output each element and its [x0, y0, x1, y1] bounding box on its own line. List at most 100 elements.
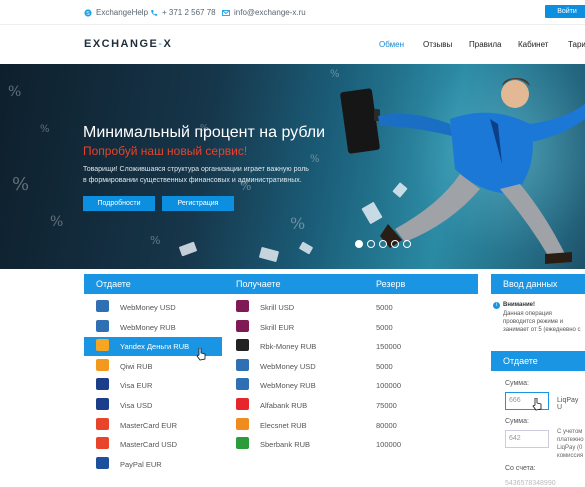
visa-icon — [96, 398, 109, 410]
paper-decoration — [178, 241, 198, 257]
reserve-value: 80000 — [376, 420, 397, 430]
reserve-value: 75000 — [376, 401, 397, 410]
col-give: Отдаете — [96, 279, 131, 289]
give-row[interactable]: Visa USD — [84, 396, 214, 415]
info-icon: i — [493, 302, 500, 309]
contact-bar: S ExchangeHelp + 371 2 567 78 info@excha… — [0, 0, 585, 25]
slider-dot[interactable] — [403, 240, 411, 248]
webmoney-icon — [236, 358, 249, 371]
alfabank-icon — [236, 398, 249, 410]
reserve-value: 100000 — [376, 440, 402, 450]
col-get: Получаете — [236, 279, 281, 289]
get-row[interactable]: Skrill EUR 5000 — [224, 318, 478, 337]
register-button[interactable]: Регистрация — [162, 196, 234, 211]
svg-text:S: S — [86, 11, 90, 17]
sum2-input[interactable]: 642 — [505, 430, 549, 448]
reserve-value: 5000 — [376, 322, 393, 332]
get-row[interactable]: WebMoney USD 5000 — [224, 357, 478, 376]
col-reserve: Резерв — [376, 279, 406, 289]
skype-contact[interactable]: S ExchangeHelp — [84, 8, 148, 17]
give-row-label: MasterCard USD — [120, 440, 178, 450]
qiwi-icon — [96, 358, 109, 371]
slider-dot[interactable] — [367, 240, 375, 248]
webmoney-icon — [96, 319, 109, 332]
webmoney-icon — [96, 300, 109, 312]
give-row[interactable]: PayPal EUR — [84, 455, 214, 474]
nav-tariffs[interactable]: Тари — [568, 40, 585, 49]
give-row[interactable]: Visa EUR — [84, 376, 214, 395]
hero-text: Товарищи! Сложившаяся структура организа… — [83, 166, 309, 184]
sum2-label: Сумма: — [505, 418, 529, 425]
notice-text: Данная операция проводится режиме и зани… — [503, 311, 581, 333]
give-row[interactable]: WebMoney RUB — [84, 318, 214, 337]
phone-label: + 371 2 567 78 — [162, 8, 216, 17]
hero-subtitle: Попробуй наш новый сервис! — [83, 144, 248, 158]
account-label: Со счета: — [505, 465, 536, 472]
percent-decoration: % — [40, 124, 50, 135]
skrill-icon — [236, 319, 249, 332]
skype-icon: S — [84, 8, 92, 17]
get-row[interactable]: WebMoney RUB 100000 — [224, 376, 478, 395]
give-row-label: Visa USD — [120, 401, 153, 410]
sum-label: Сумма: — [505, 380, 529, 387]
paper-decoration — [298, 241, 314, 255]
rbk-money-icon — [236, 339, 249, 352]
give-row[interactable]: Qiwi RUB — [84, 357, 214, 376]
nav-cabinet[interactable]: Кабинет — [518, 40, 548, 49]
get-row[interactable]: Alfabank RUB 75000 — [224, 396, 478, 415]
table-header: Отдаете Получаете Резерв — [84, 274, 478, 294]
get-row-label: WebMoney USD — [260, 361, 316, 371]
reserve-value: 5000 — [376, 303, 393, 312]
skype-label: ExchangeHelp — [96, 8, 149, 17]
businessman-illustration — [340, 78, 585, 264]
nav-exchange[interactable]: Обмен — [379, 40, 404, 49]
get-row-label: WebMoney RUB — [260, 381, 316, 391]
visa-icon — [96, 378, 109, 391]
slider-dot[interactable] — [391, 240, 399, 248]
email-contact[interactable]: info@exchange-x.ru — [222, 8, 306, 17]
logo-text: EXCHANGE — [84, 38, 159, 50]
percent-decoration: % — [8, 84, 22, 100]
get-row[interactable]: Skrill USD 5000 — [224, 298, 478, 317]
get-row-label: Skrill EUR — [260, 322, 295, 332]
details-button[interactable]: Подробности — [83, 196, 155, 211]
get-row-label: Skrill USD — [260, 303, 295, 312]
hand-cursor-icon — [196, 348, 206, 361]
give-row[interactable]: WebMoney USD — [84, 298, 214, 317]
get-row-label: Rbk-Money RUB — [260, 342, 317, 352]
login-button[interactable]: Войти — [545, 5, 585, 18]
phone-contact[interactable]: + 371 2 567 78 — [150, 8, 216, 17]
nav-rules[interactable]: Правила — [469, 40, 501, 49]
hero-title: Минимальный процент на рубли — [83, 124, 326, 141]
currency-label: LiqPay U — [557, 397, 579, 411]
get-row[interactable]: Rbk-Money RUB 150000 — [224, 337, 478, 356]
give-row[interactable]: MasterCard EUR — [84, 416, 214, 435]
reserve-value: 5000 — [376, 361, 393, 371]
exchange-table: Отдаете Получаете Резерв WebMoney USD Web… — [84, 274, 478, 487]
logo-x: X — [163, 38, 173, 50]
slider-dot[interactable] — [355, 240, 363, 248]
email-label: info@exchange-x.ru — [234, 8, 306, 17]
mail-icon — [222, 9, 230, 17]
phone-icon — [150, 9, 158, 17]
skrill-icon — [236, 300, 249, 312]
commission-note: С учетом платежно LiqPay (0 комиссия — [557, 429, 584, 458]
get-row-label: Sberbank RUB — [260, 440, 311, 450]
slider-dots — [355, 240, 411, 248]
sum-input[interactable]: 666 — [505, 392, 549, 410]
site-logo[interactable]: EXCHANGE-X — [84, 38, 172, 50]
sberbank-icon — [236, 437, 249, 450]
nav-reviews[interactable]: Отзывы — [423, 40, 452, 49]
give-row[interactable]: MasterCard USD — [84, 435, 214, 454]
reserve-value: 100000 — [376, 381, 402, 391]
get-row[interactable]: Elecsnet RUB 80000 — [224, 416, 478, 435]
give-row-label: WebMoney USD — [120, 303, 176, 312]
get-row-label: Alfabank RUB — [260, 401, 308, 410]
account-input[interactable]: 5436578348990 — [505, 480, 556, 487]
percent-decoration: % — [50, 214, 64, 230]
slider-dot[interactable] — [379, 240, 387, 248]
percent-decoration: % — [290, 214, 306, 233]
get-row[interactable]: Sberbank RUB 100000 — [224, 435, 478, 454]
give-row-label: Qiwi RUB — [120, 361, 153, 371]
paypal-icon — [96, 456, 109, 469]
